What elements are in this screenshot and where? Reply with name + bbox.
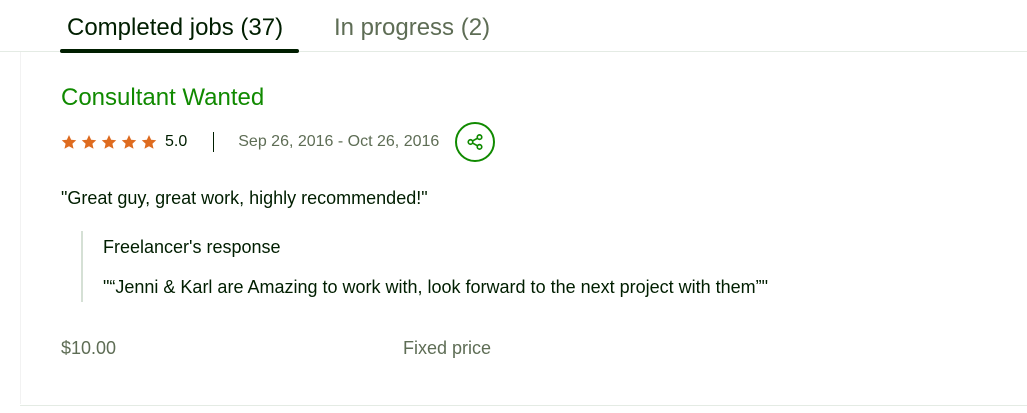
star-icon bbox=[141, 135, 157, 149]
freelancer-response: Freelancer's response "“Jenni & Karl are… bbox=[81, 231, 768, 302]
share-icon bbox=[467, 134, 483, 150]
work-history-tabs: Completed jobs (37) In progress (2) bbox=[0, 0, 1027, 53]
job-price: $10.00 bbox=[61, 338, 117, 358]
meta-divider bbox=[213, 132, 215, 152]
job-meta-row: 5.0 Sep 26, 2016 - Oct 26, 2016 bbox=[61, 122, 496, 162]
active-tab-indicator bbox=[60, 49, 299, 53]
job-dates: Sep 26, 2016 - Oct 26, 2016 bbox=[238, 133, 440, 150]
client-feedback: "Great guy, great work, highly recommend… bbox=[61, 188, 428, 208]
star-icon bbox=[61, 135, 77, 149]
star-icon bbox=[81, 135, 97, 149]
rating-value: 5.0 bbox=[165, 133, 188, 150]
response-heading: Freelancer's response bbox=[103, 237, 281, 257]
tab-in-progress[interactable]: In progress (2) bbox=[334, 12, 490, 44]
panel-bottom-border bbox=[20, 405, 1027, 406]
star-icon bbox=[101, 135, 117, 149]
panel-left-border bbox=[20, 52, 21, 404]
work-history-panel: Completed jobs (37) In progress (2) Cons… bbox=[0, 0, 1027, 413]
response-text: "“Jenni & Karl are Amazing to work with,… bbox=[103, 277, 769, 297]
job-title-link[interactable]: Consultant Wanted bbox=[61, 82, 264, 114]
tab-completed-jobs[interactable]: Completed jobs (37) bbox=[67, 12, 283, 44]
star-icon bbox=[121, 135, 137, 149]
star-rating bbox=[61, 134, 161, 150]
share-button[interactable] bbox=[455, 122, 496, 162]
job-price-type: Fixed price bbox=[403, 338, 492, 358]
